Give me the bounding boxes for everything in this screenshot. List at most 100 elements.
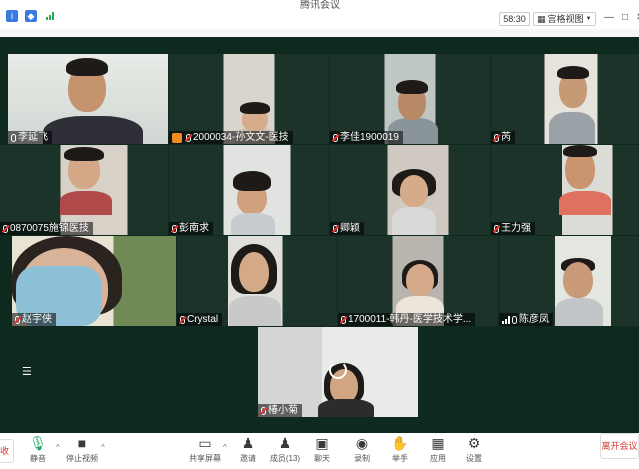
chat-button[interactable]: ▣ 聊天 (310, 433, 334, 465)
microphone-muted-icon (172, 224, 177, 233)
share-screen-button[interactable]: ▭ 共享屏幕 (188, 433, 222, 465)
video-gallery: 李延飞 2000034-孙文文-医技 李佳1900019 芮 0870075施锦… (0, 29, 639, 433)
loading-spinner-icon (329, 361, 347, 379)
microphone-muted-icon (261, 406, 266, 415)
invite-icon: ♟ (241, 435, 255, 451)
microphone-muted-icon (333, 133, 338, 142)
microphone-muted-icon (15, 315, 20, 324)
signal-icon[interactable] (44, 10, 56, 22)
settings-button[interactable]: ⚙ 设置 (462, 433, 486, 465)
title-bar: i ◆ 腾讯会议 58:30 ▦ 宫格视图 ▼ — □ ✕ (0, 0, 639, 29)
stop-video-label: 停止视频 (66, 454, 98, 463)
mute-options-chevron-icon[interactable]: ^ (56, 443, 60, 452)
video-options-chevron-icon[interactable]: ^ (101, 443, 105, 452)
participant-name: 王力强 (501, 223, 531, 234)
record-label: 录制 (354, 454, 370, 463)
participant-name-tag: 椿小菊 (258, 404, 302, 417)
participant-name-tag: 0870075施锦医技 (0, 222, 93, 235)
microphone-muted-icon (341, 315, 346, 324)
participant-name: 李延飞 (18, 132, 48, 143)
participant-name: 1700011-韩丹-医学技术学... (348, 314, 472, 325)
record-icon: ◉ (355, 435, 369, 451)
video-tile[interactable]: 李佳1900019 (330, 54, 490, 144)
participant-name: 李佳1900019 (340, 132, 399, 143)
share-options-chevron-icon[interactable]: ^ (223, 443, 227, 452)
raise-hand-button[interactable]: ✋ 举手 (388, 433, 412, 465)
title-bar-status-icons: i ◆ (6, 10, 56, 22)
shield-icon[interactable]: ◆ (25, 10, 37, 22)
raise-hand-icon: ✋ (391, 435, 409, 451)
info-icon[interactable]: i (6, 10, 18, 22)
invite-button[interactable]: ♟ 邀请 (236, 433, 260, 465)
apps-icon: ▦ (431, 435, 445, 451)
video-tile[interactable]: 1700011-韩丹-医学技术学... (338, 236, 498, 326)
record-button[interactable]: ◉ 录制 (350, 433, 374, 465)
chat-label: 聊天 (314, 454, 330, 463)
participant-name-tag: 王力强 (491, 222, 535, 235)
host-badge-icon (172, 132, 182, 143)
chat-icon: ▣ (315, 435, 329, 451)
mute-label: 静音 (30, 454, 46, 463)
video-tile[interactable]: 王力强 (491, 145, 639, 235)
video-tile[interactable]: 椿小菊 (258, 327, 418, 417)
collapsed-panel-button[interactable]: 收 (0, 439, 14, 463)
participant-name: 芮 (501, 132, 511, 143)
restore-icon[interactable]: □ (622, 12, 628, 23)
video-tile[interactable]: 陈彦凤 (499, 236, 639, 326)
participant-name-tag: 2000034-孙文文-医技 (169, 131, 293, 144)
members-label: 成员(13) (269, 454, 301, 463)
raise-hand-label: 举手 (392, 454, 408, 463)
participant-name: 赵宇侠 (22, 314, 52, 325)
video-tile[interactable]: 卿颖 (330, 145, 490, 235)
audio-level-icon (502, 315, 510, 324)
participant-name-tag: 彭南求 (169, 222, 213, 235)
video-tile[interactable]: 彭南求 (169, 145, 329, 235)
more-menu-icon[interactable]: ☰ (22, 365, 32, 378)
grid-icon: ▦ (537, 14, 546, 24)
participant-name: 2000034-孙文文-医技 (193, 132, 289, 143)
participant-name: 椿小菊 (268, 405, 298, 416)
members-button[interactable]: ♟ 成员(13) (268, 433, 302, 465)
stage-top-strip (0, 29, 639, 37)
microphone-icon (11, 133, 16, 142)
meeting-timer: 58:30 (499, 12, 530, 26)
microphone-icon (512, 315, 517, 324)
microphone-muted-icon (3, 224, 8, 233)
apps-label: 应用 (430, 454, 446, 463)
leave-meeting-button[interactable]: 离开会议 (600, 433, 639, 459)
video-tile[interactable]: 芮 (491, 54, 639, 144)
apps-button[interactable]: ▦ 应用 (426, 433, 450, 465)
participant-name-tag: 1700011-韩丹-医学技术学... (338, 313, 476, 326)
participant-name-tag: Crystal (177, 313, 223, 326)
minimize-icon[interactable]: — (604, 12, 614, 23)
settings-label: 设置 (466, 454, 482, 463)
participant-name: 彭南求 (179, 223, 209, 234)
video-camera-icon: ■ (77, 435, 87, 451)
video-tile[interactable]: 0870075施锦医技 (0, 145, 168, 235)
stop-video-button[interactable]: ■ 停止视频 (64, 433, 100, 465)
microphone-muted-icon (333, 224, 338, 233)
meeting-toolbar: 收 🎙 静音 ^ ■ 停止视频 ^ ▭ 共享屏幕 ^ ♟ 邀请 ♟ 成员(13)… (0, 433, 639, 469)
window-title: 腾讯会议 (300, 0, 340, 11)
microphone-muted-icon (494, 224, 499, 233)
members-icon: ♟ (278, 435, 292, 451)
participant-name: 卿颖 (340, 223, 360, 234)
gallery-view-label: 宫格视图 (547, 14, 584, 24)
share-screen-label: 共享屏幕 (189, 454, 221, 463)
microphone-icon: 🎙 (29, 435, 47, 451)
mute-button[interactable]: 🎙 静音 (26, 433, 50, 465)
video-tile[interactable]: Crystal (177, 236, 337, 326)
gallery-view-button[interactable]: ▦ 宫格视图 ▼ (533, 12, 596, 26)
share-screen-icon: ▭ (198, 435, 212, 451)
participant-name-tag: 陈彦凤 (499, 313, 553, 326)
video-tile[interactable]: 2000034-孙文文-医技 (169, 54, 329, 144)
microphone-muted-icon (180, 315, 185, 324)
participant-name-tag: 卿颖 (330, 222, 364, 235)
video-tile[interactable]: 李延飞 (8, 54, 168, 144)
participant-name: 0870075施锦医技 (10, 223, 89, 234)
window-controls: — □ ✕ (604, 12, 639, 23)
microphone-muted-icon (186, 133, 191, 142)
invite-label: 邀请 (240, 454, 256, 463)
video-tile[interactable]: 赵宇侠 (12, 236, 176, 326)
participant-name-tag: 赵宇侠 (12, 313, 56, 326)
